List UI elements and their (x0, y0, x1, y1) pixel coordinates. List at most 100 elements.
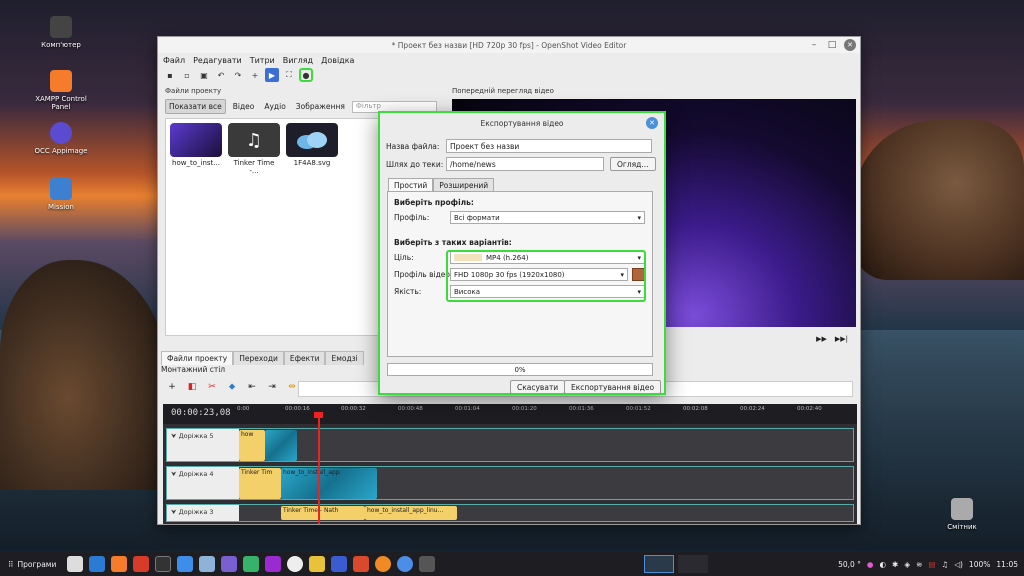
mail-app-icon[interactable] (331, 556, 348, 572)
shield-icon[interactable]: ◈ (904, 560, 910, 569)
chrome-app-icon[interactable] (287, 556, 304, 572)
system-tray: 50,0 ° ● ◐ ✱ ◈ ≋ ▤ ♫ ◁) 100% 11:05 (838, 552, 1018, 576)
add-track-icon[interactable]: + (166, 381, 178, 393)
previous-marker-icon[interactable]: ⇤ (246, 381, 258, 393)
export-button[interactable]: Експортування відео (564, 380, 662, 394)
transition-clip[interactable] (265, 430, 297, 461)
gitkraken-app-icon[interactable] (353, 556, 370, 572)
wifi-icon[interactable]: ≋ (916, 560, 922, 569)
close-button[interactable]: ✕ (844, 39, 856, 51)
start-menu-button[interactable]: ⠿ Програми (0, 560, 64, 569)
window-titlebar[interactable]: * Проект без назви [HD 720p 30 fps] - Op… (158, 37, 860, 53)
menu-titles[interactable]: Титри (250, 56, 275, 65)
desktop-icon-occ[interactable]: OCC Appimage (26, 122, 96, 155)
menu-help[interactable]: Довідка (321, 56, 354, 65)
playhead-line[interactable] (318, 412, 320, 524)
snapping-icon[interactable]: ◧ (186, 381, 198, 393)
minimize-button[interactable]: – (808, 39, 820, 51)
fullscreen-icon[interactable]: ⛶ (282, 68, 296, 82)
file-item[interactable]: ♫ Tinker Time -... (228, 123, 280, 331)
next-marker-icon[interactable]: ⇥ (266, 381, 278, 393)
player-app-icon[interactable] (265, 556, 282, 572)
profile-select[interactable]: Всі формати ▾ (450, 211, 645, 224)
new-project-icon[interactable]: ▪ (163, 68, 177, 82)
dialog-titlebar[interactable]: Експортування відео ✕ (380, 113, 664, 133)
undo-icon[interactable]: ↶ (214, 68, 228, 82)
terminal-app-icon[interactable] (155, 556, 172, 572)
timeline-ruler[interactable]: 00:00:23,08 0:00 00:00:16 00:00:32 00:00… (163, 404, 857, 424)
browser-app-icon[interactable] (397, 556, 414, 572)
redo-icon[interactable]: ↷ (231, 68, 245, 82)
razor-icon[interactable]: ✂ (206, 381, 218, 393)
timeline-clip[interactable]: how (239, 430, 265, 461)
filezilla-app-icon[interactable] (133, 556, 150, 572)
tab-simple[interactable]: Простий (388, 178, 434, 192)
tab-emojis[interactable]: Емодзі (325, 351, 364, 365)
open-project-icon[interactable]: ▫ (180, 68, 194, 82)
store-app-icon[interactable] (199, 556, 216, 572)
save-project-icon[interactable]: ▣ (197, 68, 211, 82)
chevron-down-icon: ▾ (637, 213, 641, 222)
browse-button[interactable]: Огляд... (610, 157, 656, 171)
timeline-clip[interactable]: how_to_install_app_linu... (365, 506, 457, 520)
firefox-app-icon[interactable] (375, 556, 392, 572)
center-timeline-icon[interactable]: ⇹ (286, 381, 298, 393)
workspace-2[interactable] (678, 555, 709, 573)
file-item[interactable]: how_to_inst... (170, 123, 222, 331)
volume-icon[interactable]: ◁) (954, 560, 963, 569)
file-item[interactable]: 1F4A8.svg (286, 123, 338, 331)
menu-view[interactable]: Вигляд (283, 56, 313, 65)
color-picker-icon[interactable]: ● (867, 560, 874, 569)
track-5[interactable]: ⮟ Доріжка 5 how (166, 428, 854, 462)
ruler-tick: 00:00:48 (398, 406, 423, 412)
tab-transitions[interactable]: Переходи (233, 351, 284, 365)
timeline-clip[interactable]: Tinker Time - Nath (281, 506, 365, 520)
dialog-close-icon[interactable]: ✕ (646, 117, 658, 129)
python-app-icon[interactable] (309, 556, 326, 572)
track-3[interactable]: ⮟ Доріжка 3 Tinker Time - Nath how_to_in… (166, 504, 854, 522)
tab-advanced[interactable]: Розширений (433, 178, 495, 192)
desktop-icon-xampp[interactable]: XAMPP Control Panel (26, 70, 96, 111)
tab-effects[interactable]: Ефекти (283, 351, 326, 365)
menu-edit[interactable]: Редагувати (193, 56, 242, 65)
menu-file[interactable]: Файл (163, 56, 185, 65)
add-marker-icon[interactable]: ⬥ (226, 381, 238, 393)
settings-app-icon[interactable] (221, 556, 238, 572)
music-note-icon[interactable]: ♫ (941, 560, 948, 569)
filter-image[interactable]: Зображення (293, 100, 348, 113)
desktop-icon-trash[interactable]: Смітник (927, 498, 997, 531)
tab-project-files[interactable]: Файли проекту (161, 351, 234, 365)
xampp-app-icon[interactable] (111, 556, 128, 572)
network-app-icon[interactable] (177, 556, 194, 572)
desktop-icon-computer[interactable]: Комп'ютер (26, 16, 96, 49)
import-files-icon[interactable]: + (248, 68, 262, 82)
workspace-1[interactable] (644, 555, 675, 573)
cancel-button[interactable]: Скасувати (510, 380, 566, 394)
filename-input[interactable]: Проект без назви (446, 139, 652, 153)
fast-forward-icon[interactable]: ▶▶ (816, 335, 827, 343)
file-name: how_to_inst... (172, 159, 220, 167)
bluetooth-icon[interactable]: ✱ (892, 560, 898, 569)
desktop-icon-folder[interactable]: Mission (26, 178, 96, 211)
panel-title: Файли проекту (165, 87, 222, 95)
openshot-app-icon[interactable] (419, 556, 436, 572)
app-indicator-icon[interactable]: ◐ (879, 560, 886, 569)
vscode-app-icon[interactable] (89, 556, 106, 572)
jump-end-icon[interactable]: ▶▶| (835, 335, 848, 343)
clock[interactable]: 11:05 (996, 560, 1018, 569)
maximize-button[interactable]: □ (826, 39, 838, 51)
flag-icon[interactable]: ▤ (928, 560, 935, 569)
timeline-area[interactable]: 00:00:23,08 0:00 00:00:16 00:00:32 00:00… (163, 404, 857, 524)
filter-audio[interactable]: Аудіо (261, 100, 288, 113)
android-app-icon[interactable] (243, 556, 260, 572)
video-profile-label: Профіль відео: (394, 270, 453, 279)
track-4[interactable]: ⮟ Доріжка 4 Tinker Tim how_to_install_ap… (166, 466, 854, 500)
choose-profile-icon[interactable]: ▶ (265, 68, 279, 82)
timeline-clip[interactable]: Tinker Tim (239, 468, 281, 499)
export-video-icon[interactable]: ● (299, 68, 313, 82)
files-app-icon[interactable] (67, 556, 84, 572)
folder-input[interactable]: /home/news (446, 157, 604, 171)
filter-show-all[interactable]: Показати все (165, 99, 226, 114)
filter-video[interactable]: Відео (230, 100, 258, 113)
timeline-clip[interactable]: how_to_install_app (281, 468, 377, 499)
